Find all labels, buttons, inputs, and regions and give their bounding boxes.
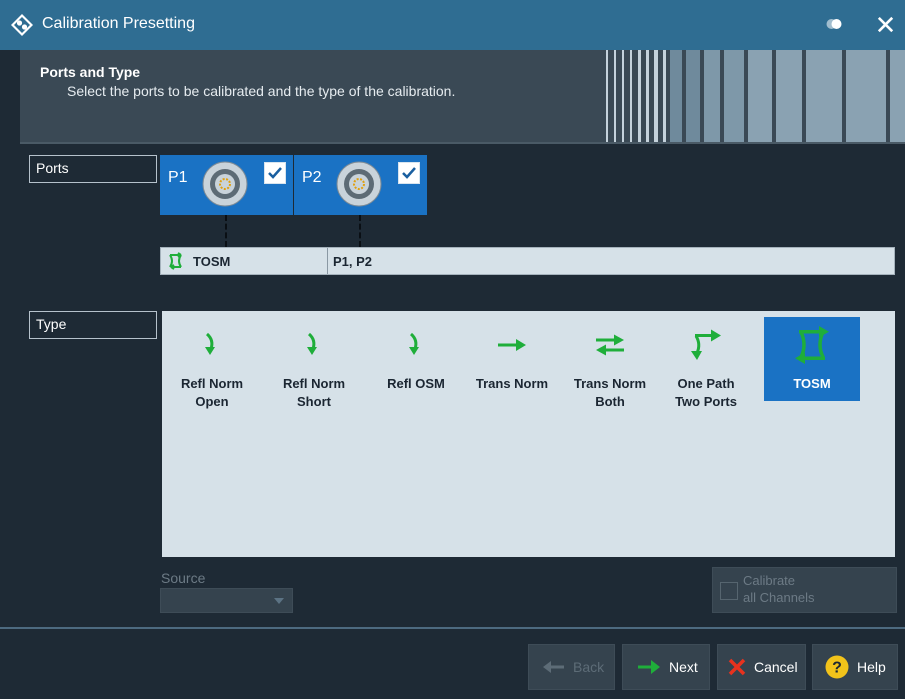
dropdown-arrow-icon [274, 598, 284, 604]
type-trans-norm[interactable]: Trans Norm [464, 311, 560, 421]
source-dropdown[interactable] [160, 588, 293, 613]
back-button[interactable]: Back [528, 644, 615, 690]
ports-section-label: Ports [29, 155, 157, 183]
type-label: Refl Norm Open [180, 376, 244, 409]
rohde-schwarz-logo-icon [11, 14, 33, 36]
cal-ports-cell: P1, P2 [333, 248, 733, 274]
checkmark-icon [268, 167, 282, 179]
next-button[interactable]: Next [622, 644, 710, 690]
help-button-label: Help [857, 659, 886, 675]
calibration-type-panel: Refl Norm Open Refl Norm Short Refl OSM … [162, 311, 895, 557]
reflection-arrow-icon [307, 332, 317, 355]
type-refl-osm[interactable]: Refl OSM [368, 311, 464, 421]
cancel-button[interactable]: Cancel [717, 644, 806, 690]
calibrate-all-channels-label: Calibrate all Channels [743, 573, 815, 605]
type-tosm[interactable]: TOSM [764, 317, 860, 401]
help-button[interactable]: ? Help [812, 644, 898, 690]
type-label: One Path Two Ports [675, 376, 737, 409]
calibrate-all-channels-checkbox[interactable]: Calibrate all Channels [712, 567, 897, 613]
display-toggle-icon[interactable] [826, 18, 842, 30]
header-stripes-decoration [600, 50, 905, 142]
port-p2-connection-line [359, 215, 361, 247]
type-icon-wrap [164, 325, 260, 365]
arrow-right-icon [637, 660, 661, 674]
port-p1-checkbox[interactable] [264, 162, 286, 184]
calibration-presetting-dialog: Calibration Presetting ✕ Ports and Type … [0, 0, 905, 699]
header-title: Ports and Type [40, 64, 141, 80]
type-one-path-two-ports[interactable]: One Path Two Ports [658, 311, 754, 421]
type-icon-wrap [368, 325, 464, 365]
checkmark-icon [402, 167, 416, 179]
port-connector-icon [202, 161, 248, 207]
help-question-icon: ? [825, 655, 849, 679]
cal-type-label: TOSM [193, 253, 231, 269]
type-icon-wrap [562, 325, 658, 365]
transmission-arrow-icon [498, 339, 526, 351]
close-button[interactable]: ✕ [866, 0, 905, 50]
wizard-header: Ports and Type Select the ports to be ca… [20, 50, 905, 142]
type-label: TOSM [793, 376, 831, 391]
tosm-icon [795, 326, 829, 364]
title-bar[interactable]: Calibration Presetting ✕ [0, 0, 905, 50]
wizard-footer: Back Next Cancel ? Help [0, 629, 905, 699]
calibration-assignment-row[interactable]: TOSM P1, P2 [160, 247, 895, 275]
arrow-left-icon [543, 661, 565, 673]
header-separator [20, 142, 905, 144]
port-connector-icon [336, 161, 382, 207]
port-card-p2[interactable]: P2 [294, 155, 427, 215]
type-section-label: Type [29, 311, 157, 339]
close-icon: ✕ [874, 9, 897, 40]
cancel-button-label: Cancel [754, 659, 798, 675]
type-icon-wrap [658, 325, 754, 365]
source-label: Source [161, 570, 206, 586]
cal-row-divider [327, 248, 328, 274]
type-refl-norm-short[interactable]: Refl Norm Short [266, 311, 362, 421]
checkbox-box [720, 582, 738, 600]
reflection-arrow-icon [409, 332, 419, 355]
cal-type-cell: TOSM [167, 248, 327, 274]
port-p1-connection-line [225, 215, 227, 247]
port-name: P2 [302, 169, 322, 186]
next-button-label: Next [669, 659, 698, 675]
port-card-p1[interactable]: P1 [160, 155, 293, 215]
type-label: Trans Norm [475, 376, 549, 391]
one-path-arrow-icon [691, 329, 721, 360]
type-label: Trans Norm Both [573, 376, 647, 409]
type-refl-norm-open[interactable]: Refl Norm Open [164, 311, 260, 421]
type-trans-norm-both[interactable]: Trans Norm Both [562, 311, 658, 421]
header-left-edge [0, 50, 20, 142]
tosm-icon [169, 252, 182, 270]
reflection-arrow-icon [205, 332, 215, 355]
type-label: Refl OSM [387, 376, 445, 391]
port-p2-checkbox[interactable] [398, 162, 420, 184]
type-icon-wrap [266, 325, 362, 365]
type-label: Refl Norm Short [282, 376, 346, 409]
cancel-x-icon [728, 658, 746, 676]
bidirectional-arrows-icon [596, 334, 624, 356]
window-title: Calibration Presetting [42, 15, 195, 32]
back-button-label: Back [573, 659, 605, 675]
port-name: P1 [168, 169, 188, 186]
type-icon-wrap [764, 325, 860, 365]
svg-text:?: ? [832, 660, 842, 677]
cal-ports-label: P1, P2 [333, 253, 373, 269]
header-subtitle: Select the ports to be calibrated and th… [67, 83, 456, 99]
type-icon-wrap [464, 325, 560, 365]
